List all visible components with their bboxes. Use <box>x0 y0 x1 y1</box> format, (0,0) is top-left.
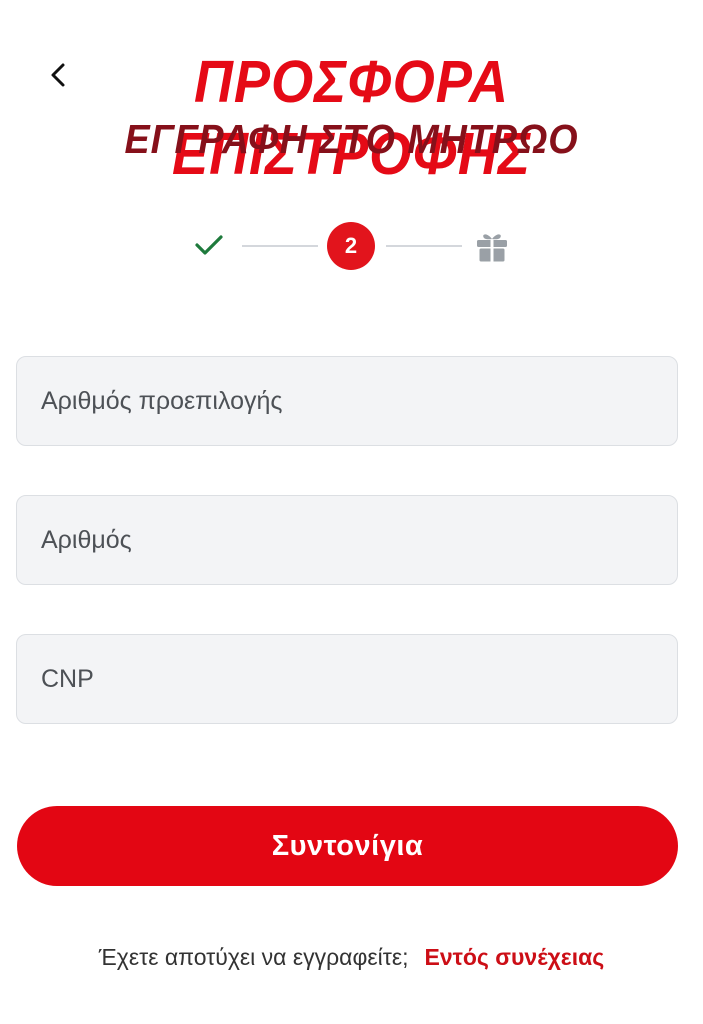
step-connector <box>242 245 318 247</box>
footer-question: Έχετε αποτύχει να εγγραφείτε; <box>98 944 409 970</box>
page-subtitle: ΕΓΓΡΑΦΗ ΣΤΟ ΜΗΤΡΩΟ <box>124 116 579 162</box>
submit-button[interactable]: Συντονίγια <box>17 806 678 886</box>
prefix-number-input[interactable] <box>17 357 677 445</box>
step-connector <box>386 245 462 247</box>
current-step-badge: 2 <box>327 222 375 270</box>
cnp-input[interactable] <box>17 635 677 723</box>
cnp-field[interactable] <box>16 634 678 724</box>
footer: Έχετε αποτύχει να εγγραφείτε; Εντός συνέχ… <box>0 938 703 976</box>
prefix-number-field[interactable] <box>16 356 678 446</box>
gift-icon <box>477 234 507 262</box>
checkmark-icon <box>195 235 223 255</box>
number-field[interactable] <box>16 495 678 585</box>
number-input[interactable] <box>17 496 677 584</box>
progress-stepper: 2 <box>190 222 520 270</box>
continue-link[interactable]: Εντός συνέχειας <box>424 944 604 970</box>
